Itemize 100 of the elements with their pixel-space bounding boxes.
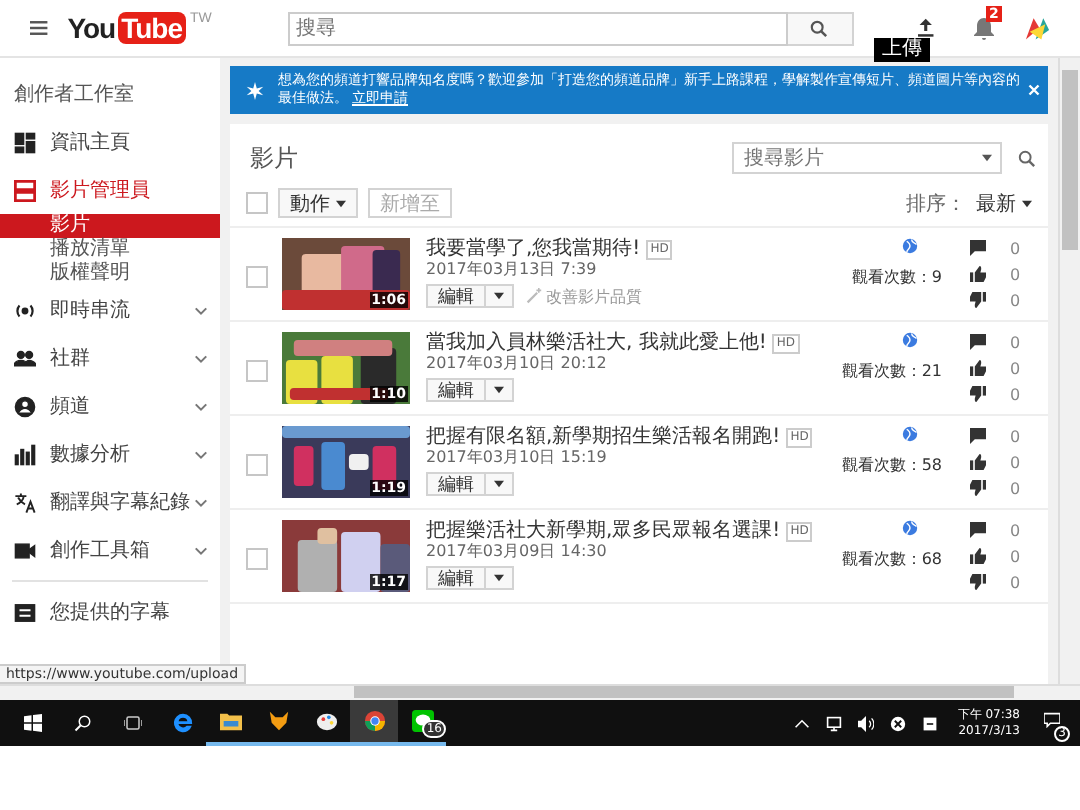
edit-dropdown-button[interactable] (486, 284, 514, 308)
edit-button[interactable]: 編輯 (426, 378, 486, 402)
menu-icon[interactable] (30, 20, 48, 36)
chevron-down-icon[interactable] (194, 305, 208, 315)
sort-label: 排序： (906, 191, 966, 217)
video-manager-icon (14, 179, 36, 201)
sidebar-subitem[interactable]: 影片 (0, 214, 220, 238)
video-title[interactable]: 把握樂活社大新學期,眾多民眾報名選課! (426, 520, 781, 542)
globe-icon (902, 520, 918, 536)
search-button[interactable] (787, 11, 854, 45)
comment-icon (970, 240, 986, 256)
upload-date: 2017年03月10日 20:12 (426, 354, 609, 374)
chevron-up-icon[interactable] (793, 715, 810, 731)
browser-e-icon (171, 712, 193, 734)
sidebar-subitem[interactable]: 播放清單 (0, 238, 220, 262)
dashboard-icon (14, 131, 36, 153)
thumbs-up-icon (970, 454, 986, 470)
thumbs-up-icon (970, 548, 986, 564)
taskbar-app[interactable] (350, 700, 398, 746)
chevron-down-icon[interactable] (194, 449, 208, 459)
chevron-down-icon[interactable] (194, 353, 208, 363)
like-count: 0 (1010, 453, 1021, 471)
fox-icon (267, 710, 289, 732)
view-count: 觀看次數：58 (841, 454, 942, 476)
video-title[interactable]: 當我加入員林樂活社大, 我就此愛上他! (426, 332, 767, 354)
row-checkbox[interactable] (246, 266, 268, 288)
like-count: 0 (1010, 547, 1021, 565)
row-checkbox[interactable] (246, 548, 268, 570)
notification-center-icon[interactable] (1044, 712, 1060, 728)
comment-icon (970, 522, 986, 538)
people-icon (14, 347, 36, 369)
edit-button[interactable]: 編輯 (426, 284, 486, 308)
monitor-icon[interactable] (825, 715, 842, 731)
thumbs-up-icon (970, 266, 986, 282)
page-title: 影片 (250, 141, 300, 175)
comment-count: 0 (1010, 521, 1021, 539)
broadcast-icon (14, 299, 36, 321)
folder-icon (219, 710, 241, 732)
edit-button[interactable]: 編輯 (426, 566, 486, 590)
sidebar-item[interactable]: 社群 (0, 334, 220, 382)
actions-button[interactable]: 動作 (278, 188, 358, 218)
thumbs-down-icon (970, 480, 986, 496)
globe-icon (902, 426, 918, 442)
scrollbar[interactable] (0, 684, 1080, 700)
sidebar-item[interactable]: 數據分析 (0, 430, 220, 478)
dislike-count: 0 (1010, 291, 1021, 309)
paint-palette-icon (315, 710, 337, 732)
view-count: 觀看次數：68 (841, 548, 942, 570)
sort-dropdown[interactable]: 最新 (976, 189, 1032, 217)
thumbs-down-icon (970, 292, 986, 308)
close-icon[interactable] (1028, 84, 1040, 96)
video-title[interactable]: 把握有限名額,新學期招生樂活報名開跑! (426, 426, 781, 448)
sidebar-item[interactable]: 頻道 (0, 382, 220, 430)
caret-icon (494, 480, 504, 488)
upload-date: 2017年03月10日 15:19 (426, 448, 609, 468)
windows-start-icon[interactable] (24, 714, 42, 732)
caret-icon (494, 386, 504, 394)
translate-icon (14, 491, 36, 513)
sidebar-item[interactable]: 資訊主頁 (0, 118, 220, 166)
dislike-count: 0 (1010, 385, 1021, 403)
select-all-checkbox[interactable] (246, 192, 268, 214)
upload-icon[interactable] (917, 18, 933, 38)
search-field[interactable]: 搜尋 (287, 11, 788, 45)
chevron-down-icon[interactable] (194, 497, 208, 507)
caret-icon[interactable] (982, 154, 992, 162)
bell-icon[interactable] (973, 16, 993, 40)
search-icon (810, 19, 829, 37)
edit-dropdown-button[interactable] (486, 566, 514, 590)
sidebar-subitem[interactable]: 版權聲明 (0, 262, 220, 286)
sidebar-item[interactable]: 即時串流 (0, 286, 220, 334)
comment-count: 0 (1010, 239, 1021, 257)
scrollbar-thumb[interactable] (1062, 70, 1078, 250)
sidebar-item[interactable]: 翻譯與字幕紀錄 (0, 478, 220, 526)
speaker-icon[interactable] (857, 715, 874, 731)
caret-icon (494, 292, 504, 300)
edit-dropdown-button[interactable] (486, 472, 514, 496)
sidebar-item[interactable]: 影片管理員 (0, 166, 220, 214)
bar-chart-icon (14, 443, 36, 465)
note-icon[interactable] (921, 715, 938, 731)
video-search-field[interactable]: 搜尋影片 (732, 142, 1002, 174)
x-circle-icon[interactable] (889, 715, 906, 731)
search-icon[interactable] (74, 714, 92, 732)
sidebar-item[interactable]: 您提供的字幕 (0, 588, 220, 636)
chevron-down-icon[interactable] (194, 401, 208, 411)
magic-wand-icon (526, 288, 542, 304)
edit-button[interactable]: 編輯 (426, 472, 486, 496)
comment-count: 0 (1010, 427, 1021, 445)
dislike-count: 0 (1010, 479, 1021, 497)
edit-dropdown-button[interactable] (486, 378, 514, 402)
chevron-down-icon[interactable] (194, 545, 208, 555)
task-view-icon[interactable] (124, 714, 142, 732)
like-count: 0 (1010, 359, 1021, 377)
scrollbar[interactable] (1058, 58, 1080, 684)
scrollbar-thumb[interactable] (354, 686, 1014, 698)
video-title[interactable]: 我要當學了,您我當期待! (426, 238, 641, 260)
caret-icon (336, 199, 346, 207)
row-checkbox[interactable] (246, 360, 268, 382)
thumbs-down-icon (970, 386, 986, 402)
sidebar-item[interactable]: 創作工具箱 (0, 526, 220, 574)
row-checkbox[interactable] (246, 454, 268, 476)
